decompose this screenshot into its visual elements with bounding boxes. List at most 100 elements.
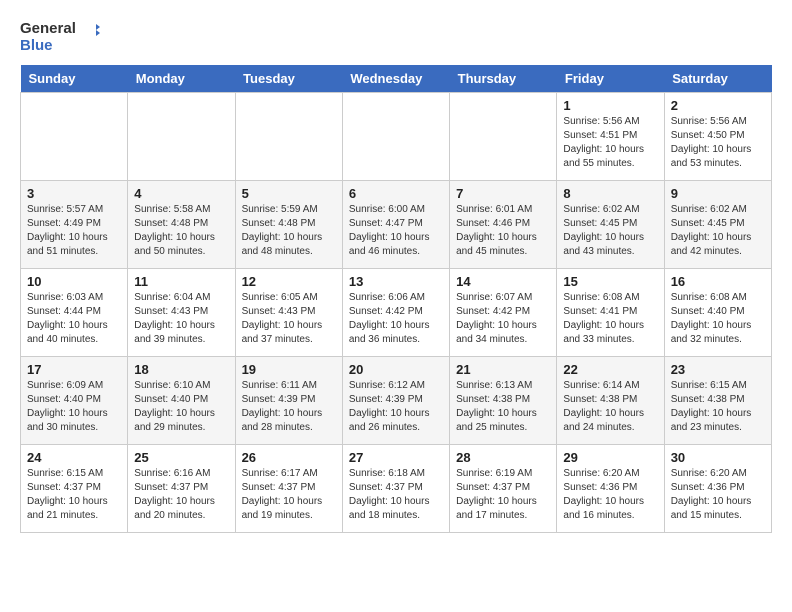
weekday-header-row: SundayMondayTuesdayWednesdayThursdayFrid… (21, 65, 772, 93)
weekday-header-monday: Monday (128, 65, 235, 93)
day-number: 4 (134, 186, 228, 201)
day-info: Sunrise: 6:02 AM Sunset: 4:45 PM Dayligh… (671, 203, 765, 259)
weekday-header-thursday: Thursday (450, 65, 557, 93)
weekday-header-saturday: Saturday (664, 65, 771, 93)
calendar-cell: 10 Sunrise: 6:03 AM Sunset: 4:44 PM Dayli… (21, 268, 128, 356)
day-number: 14 (456, 274, 550, 289)
day-info: Sunrise: 6:00 AM Sunset: 4:47 PM Dayligh… (349, 203, 443, 259)
logo-arrow-icon (82, 20, 100, 38)
calendar-cell (342, 92, 449, 180)
day-number: 10 (27, 274, 121, 289)
day-number: 22 (563, 362, 657, 377)
calendar-cell (235, 92, 342, 180)
day-info: Sunrise: 6:15 AM Sunset: 4:37 PM Dayligh… (27, 467, 121, 523)
calendar-cell: 20Sunrise: 6:12 AM Sunset: 4:39 PM Dayli… (342, 356, 449, 444)
calendar-cell: 29 Sunrise: 6:20 AM Sunset: 4:36 PM Dayli… (557, 444, 664, 532)
calendar-cell: 18Sunrise: 6:10 AM Sunset: 4:40 PM Dayli… (128, 356, 235, 444)
week-row-1: 1Sunrise: 5:56 AM Sunset: 4:51 PM Daylig… (21, 92, 772, 180)
day-number: 29 (563, 450, 657, 465)
calendar-cell (21, 92, 128, 180)
day-number: 28 (456, 450, 550, 465)
day-info: Sunrise: 5:58 AM Sunset: 4:48 PM Dayligh… (134, 203, 228, 259)
header: General Blue (20, 20, 772, 55)
calendar-cell: 30 Sunrise: 6:20 AM Sunset: 4:36 PM Dayli… (664, 444, 771, 532)
calendar-table: SundayMondayTuesdayWednesdayThursdayFrid… (20, 65, 772, 533)
logo-blue: Blue (20, 37, 53, 54)
calendar-cell: 19 Sunrise: 6:11 AM Sunset: 4:39 PM Dayli… (235, 356, 342, 444)
day-info: Sunrise: 6:09 AM Sunset: 4:40 PM Dayligh… (27, 379, 121, 435)
weekday-header-friday: Friday (557, 65, 664, 93)
logo-text: General Blue (20, 20, 100, 55)
day-number: 24 (27, 450, 121, 465)
calendar-cell: 23 Sunrise: 6:15 AM Sunset: 4:38 PM Dayli… (664, 356, 771, 444)
day-number: 2 (671, 98, 765, 113)
day-info: Sunrise: 6:02 AM Sunset: 4:45 PM Dayligh… (563, 203, 657, 259)
calendar-cell: 26 Sunrise: 6:17 AM Sunset: 4:37 PM Dayli… (235, 444, 342, 532)
day-number: 23 (671, 362, 765, 377)
day-number: 3 (27, 186, 121, 201)
calendar-cell: 14 Sunrise: 6:07 AM Sunset: 4:42 PM Dayli… (450, 268, 557, 356)
weekday-header-wednesday: Wednesday (342, 65, 449, 93)
logo: General Blue (20, 20, 100, 55)
calendar-cell: 13Sunrise: 6:06 AM Sunset: 4:42 PM Dayli… (342, 268, 449, 356)
day-number: 7 (456, 186, 550, 201)
day-info: Sunrise: 6:15 AM Sunset: 4:38 PM Dayligh… (671, 379, 765, 435)
day-info: Sunrise: 6:11 AM Sunset: 4:39 PM Dayligh… (242, 379, 336, 435)
calendar-cell: 2 Sunrise: 5:56 AM Sunset: 4:50 PM Daylig… (664, 92, 771, 180)
day-number: 27 (349, 450, 443, 465)
day-info: Sunrise: 6:20 AM Sunset: 4:36 PM Dayligh… (671, 467, 765, 523)
day-info: Sunrise: 5:56 AM Sunset: 4:50 PM Dayligh… (671, 115, 765, 171)
calendar-cell: 28 Sunrise: 6:19 AM Sunset: 4:37 PM Dayli… (450, 444, 557, 532)
day-number: 6 (349, 186, 443, 201)
day-info: Sunrise: 6:03 AM Sunset: 4:44 PM Dayligh… (27, 291, 121, 347)
day-info: Sunrise: 5:59 AM Sunset: 4:48 PM Dayligh… (242, 203, 336, 259)
day-info: Sunrise: 6:01 AM Sunset: 4:46 PM Dayligh… (456, 203, 550, 259)
day-number: 12 (242, 274, 336, 289)
calendar-cell: 16 Sunrise: 6:08 AM Sunset: 4:40 PM Dayli… (664, 268, 771, 356)
day-number: 16 (671, 274, 765, 289)
calendar-cell: 22Sunrise: 6:14 AM Sunset: 4:38 PM Dayli… (557, 356, 664, 444)
calendar-cell: 21Sunrise: 6:13 AM Sunset: 4:38 PM Dayli… (450, 356, 557, 444)
week-row-5: 24 Sunrise: 6:15 AM Sunset: 4:37 PM Dayli… (21, 444, 772, 532)
calendar-cell (128, 92, 235, 180)
day-number: 20 (349, 362, 443, 377)
day-info: Sunrise: 6:08 AM Sunset: 4:40 PM Dayligh… (671, 291, 765, 347)
day-info: Sunrise: 6:20 AM Sunset: 4:36 PM Dayligh… (563, 467, 657, 523)
calendar-cell: 1Sunrise: 5:56 AM Sunset: 4:51 PM Daylig… (557, 92, 664, 180)
calendar-cell: 6 Sunrise: 6:00 AM Sunset: 4:47 PM Daylig… (342, 180, 449, 268)
logo-general: General (20, 20, 76, 37)
calendar-cell: 5 Sunrise: 5:59 AM Sunset: 4:48 PM Daylig… (235, 180, 342, 268)
day-number: 1 (563, 98, 657, 113)
day-info: Sunrise: 5:57 AM Sunset: 4:49 PM Dayligh… (27, 203, 121, 259)
calendar-cell: 17Sunrise: 6:09 AM Sunset: 4:40 PM Dayli… (21, 356, 128, 444)
calendar-cell: 15 Sunrise: 6:08 AM Sunset: 4:41 PM Dayli… (557, 268, 664, 356)
day-info: Sunrise: 6:04 AM Sunset: 4:43 PM Dayligh… (134, 291, 228, 347)
calendar-cell: 25Sunrise: 6:16 AM Sunset: 4:37 PM Dayli… (128, 444, 235, 532)
weekday-header-sunday: Sunday (21, 65, 128, 93)
calendar-cell (450, 92, 557, 180)
week-row-2: 3 Sunrise: 5:57 AM Sunset: 4:49 PM Daylig… (21, 180, 772, 268)
calendar-cell: 27 Sunrise: 6:18 AM Sunset: 4:37 PM Dayli… (342, 444, 449, 532)
day-info: Sunrise: 6:19 AM Sunset: 4:37 PM Dayligh… (456, 467, 550, 523)
day-number: 30 (671, 450, 765, 465)
week-row-4: 17Sunrise: 6:09 AM Sunset: 4:40 PM Dayli… (21, 356, 772, 444)
day-info: Sunrise: 6:08 AM Sunset: 4:41 PM Dayligh… (563, 291, 657, 347)
day-info: Sunrise: 6:16 AM Sunset: 4:37 PM Dayligh… (134, 467, 228, 523)
day-number: 18 (134, 362, 228, 377)
day-number: 5 (242, 186, 336, 201)
day-number: 19 (242, 362, 336, 377)
calendar-cell: 7 Sunrise: 6:01 AM Sunset: 4:46 PM Daylig… (450, 180, 557, 268)
day-info: Sunrise: 6:17 AM Sunset: 4:37 PM Dayligh… (242, 467, 336, 523)
weekday-header-tuesday: Tuesday (235, 65, 342, 93)
day-info: Sunrise: 6:06 AM Sunset: 4:42 PM Dayligh… (349, 291, 443, 347)
calendar-cell: 8Sunrise: 6:02 AM Sunset: 4:45 PM Daylig… (557, 180, 664, 268)
day-number: 15 (563, 274, 657, 289)
day-number: 26 (242, 450, 336, 465)
calendar-cell: 24 Sunrise: 6:15 AM Sunset: 4:37 PM Dayli… (21, 444, 128, 532)
day-number: 9 (671, 186, 765, 201)
calendar-cell: 3 Sunrise: 5:57 AM Sunset: 4:49 PM Daylig… (21, 180, 128, 268)
day-info: Sunrise: 6:18 AM Sunset: 4:37 PM Dayligh… (349, 467, 443, 523)
calendar-cell: 4 Sunrise: 5:58 AM Sunset: 4:48 PM Daylig… (128, 180, 235, 268)
day-info: Sunrise: 6:07 AM Sunset: 4:42 PM Dayligh… (456, 291, 550, 347)
calendar-cell: 11Sunrise: 6:04 AM Sunset: 4:43 PM Dayli… (128, 268, 235, 356)
